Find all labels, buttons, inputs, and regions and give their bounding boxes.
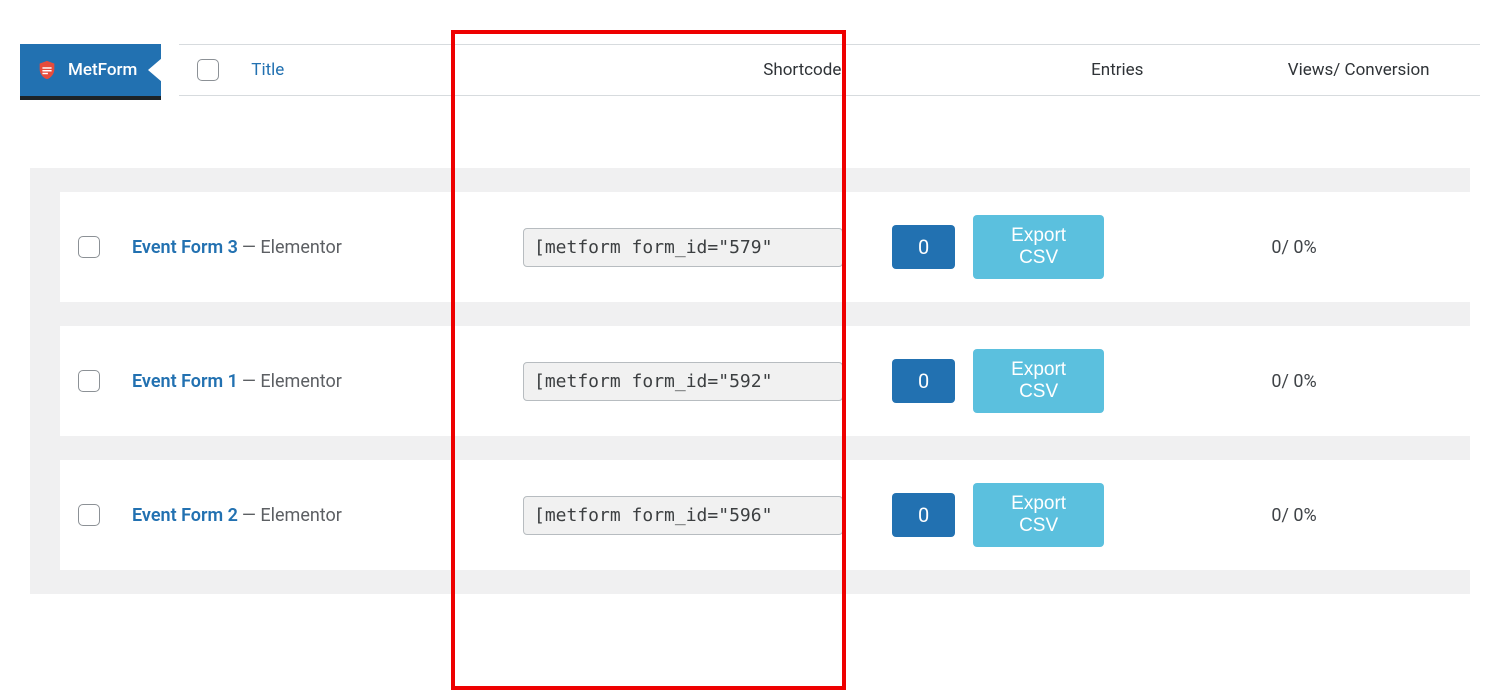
table-row: Event Form 1 — Elementor [metform form_i…: [60, 326, 1470, 436]
export-csv-button[interactable]: Export CSV: [973, 215, 1104, 279]
shortcode-input[interactable]: [metform form_id="592": [523, 362, 843, 401]
row-checkbox[interactable]: [78, 504, 100, 526]
row-checkbox[interactable]: [78, 236, 100, 258]
form-builder-label: — Elementor: [242, 237, 342, 258]
table-row: Event Form 2 — Elementor [metform form_i…: [60, 460, 1470, 570]
views-conversion-value: 0/ 0%: [1271, 237, 1316, 258]
entries-count-badge[interactable]: 0: [892, 225, 955, 269]
row-separator: [60, 302, 1470, 326]
row-separator: [60, 436, 1470, 460]
form-builder-label: — Elementor: [242, 371, 342, 392]
column-header-shortcode: Shortcode: [763, 60, 841, 80]
shortcode-input[interactable]: [metform form_id="579": [523, 228, 843, 267]
form-builder-label: — Elementor: [242, 505, 342, 526]
row-separator: [60, 168, 1470, 192]
form-title-link[interactable]: Event Form 2: [132, 505, 238, 526]
table-row: Event Form 3 — Elementor [metform form_i…: [60, 192, 1470, 302]
table-header-row: Title Shortcode Entries Views/ Conversio…: [179, 44, 1480, 96]
tab-active-underline: [20, 96, 161, 100]
column-header-title[interactable]: Title: [251, 60, 284, 80]
views-conversion-value: 0/ 0%: [1271, 505, 1316, 526]
tab-label: MetForm: [68, 60, 137, 80]
metform-shield-icon: [36, 59, 58, 81]
tab-metform[interactable]: MetForm: [20, 44, 161, 96]
form-title-link[interactable]: Event Form 3: [132, 237, 238, 258]
views-conversion-value: 0/ 0%: [1271, 371, 1316, 392]
column-header-entries: Entries: [1091, 60, 1143, 80]
shortcode-input[interactable]: [metform form_id="596": [523, 496, 843, 535]
select-all-checkbox[interactable]: [197, 59, 219, 81]
row-checkbox[interactable]: [78, 370, 100, 392]
column-header-views: Views/ Conversion: [1288, 60, 1430, 80]
row-separator: [60, 570, 1470, 594]
form-title-link[interactable]: Event Form 1: [132, 371, 238, 392]
entries-count-badge[interactable]: 0: [892, 493, 955, 537]
export-csv-button[interactable]: Export CSV: [973, 483, 1104, 547]
export-csv-button[interactable]: Export CSV: [973, 349, 1104, 413]
admin-sidebar-gutter: [30, 168, 60, 594]
entries-count-badge[interactable]: 0: [892, 359, 955, 403]
